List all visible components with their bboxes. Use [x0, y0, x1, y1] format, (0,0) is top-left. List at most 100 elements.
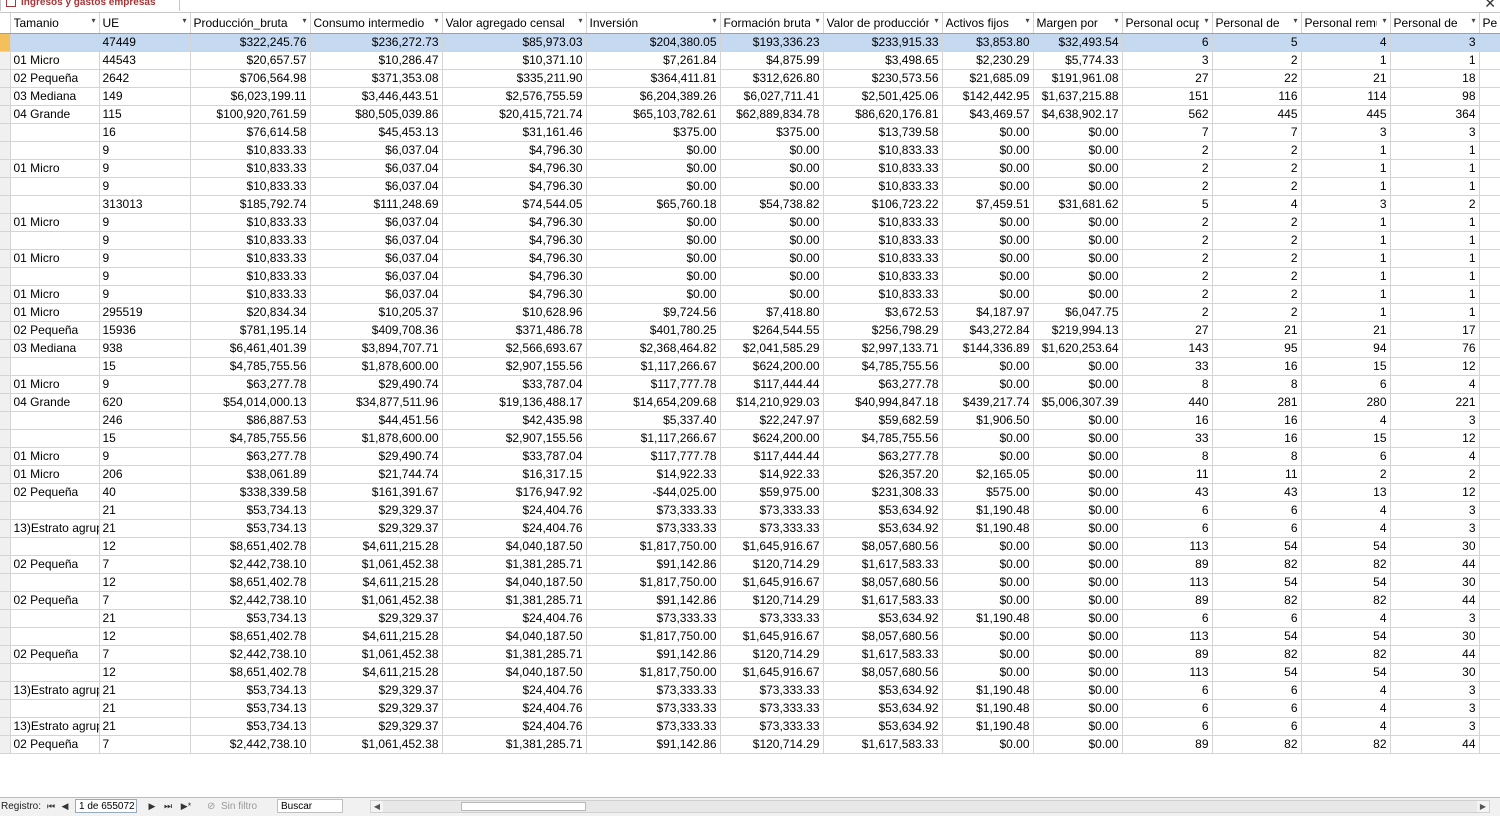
column-header-13[interactable]: Personal de ▾	[1390, 13, 1480, 34]
table-row[interactable]: 01 Micro 9 $63,277.78 $29,490.74 $33,787.04 $…	[0, 375, 1500, 394]
column-header-0[interactable]: Tamanio ▾	[10, 13, 100, 34]
table-cell[interactable]: 143	[1122, 339, 1213, 358]
table-cell[interactable]: $29,329.37	[310, 699, 443, 718]
table-cell[interactable]: $0.00	[1033, 573, 1123, 592]
table-cell[interactable]: 01 Micro	[10, 213, 100, 232]
table-cell[interactable]: 6	[1301, 447, 1391, 466]
table-cell[interactable]: 44543	[99, 51, 191, 70]
table-row[interactable]: 13)Estrato agrupado21$53,734.13$29,329.3…	[0, 717, 1500, 736]
sort-dropdown-icon[interactable]: ▾	[182, 16, 186, 25]
table-cell[interactable]: 16	[99, 123, 191, 142]
table-cell[interactable]: $1,190.48	[942, 681, 1034, 700]
table-cell[interactable]: 4	[1301, 609, 1391, 628]
table-cell[interactable]: 43	[1122, 483, 1213, 502]
next-record-button[interactable]: ▶	[146, 800, 158, 813]
row-selector[interactable]	[0, 645, 11, 664]
table-cell[interactable]: $0.00	[1033, 267, 1123, 286]
table-cell[interactable]: 2	[1122, 231, 1213, 250]
table-cell[interactable]: 13)Estrato agrupado	[10, 681, 100, 700]
table-cell[interactable]: $1,637,215.88	[1033, 87, 1123, 106]
table-cell[interactable]: $0.00	[1033, 609, 1123, 628]
sort-dropdown-icon[interactable]: ▾	[578, 16, 582, 25]
table-cell[interactable]: 01 Micro	[10, 159, 100, 178]
row-selector[interactable]	[0, 213, 11, 232]
table-cell[interactable]: $8,057,680.56	[823, 627, 943, 646]
table-cell[interactable]	[1479, 87, 1500, 106]
table-cell[interactable]: $63,277.78	[190, 447, 311, 466]
table-cell[interactable]	[1479, 645, 1500, 664]
table-cell[interactable]: 2	[1212, 267, 1302, 286]
table-cell[interactable]: $0.00	[720, 231, 824, 250]
table-cell[interactable]: $1,645,916.67	[720, 627, 824, 646]
table-row[interactable]: 246 $86,887.53 $44,451.56 $42,435.98 $5,337.…	[0, 411, 1500, 430]
column-header-3[interactable]: Consumo intermedio ▾	[310, 13, 443, 34]
row-selector[interactable]	[0, 69, 11, 88]
table-cell[interactable]: 54	[1212, 627, 1302, 646]
table-cell[interactable]: $409,708.36	[310, 321, 443, 340]
table-cell[interactable]: 54	[1212, 663, 1302, 682]
column-header-11[interactable]: Personal de ▾	[1212, 13, 1302, 34]
table-row[interactable]: 313013 $185,792.74 $111,248.69 $74,544.05 $6…	[0, 195, 1500, 214]
table-cell[interactable]: $117,777.78	[586, 447, 721, 466]
table-cell[interactable]: 1	[1301, 213, 1391, 232]
table-cell[interactable]: $73,333.33	[586, 717, 721, 736]
table-cell[interactable]: 562	[1122, 105, 1213, 124]
table-cell[interactable]: 30	[1390, 537, 1480, 556]
table-cell[interactable]: $1,061,452.38	[310, 591, 443, 610]
table-cell[interactable]: 7	[99, 591, 191, 610]
table-cell[interactable]: $364,411.81	[586, 69, 721, 88]
table-cell[interactable]	[1479, 105, 1500, 124]
table-cell[interactable]: 4	[1301, 699, 1391, 718]
table-cell[interactable]: 440	[1122, 393, 1213, 412]
table-cell[interactable]: $230,573.56	[823, 69, 943, 88]
table-row[interactable]: 9 $10,833.33 $6,037.04 $4,796.30 $0.00 $0.00 $…	[0, 267, 1500, 286]
table-row[interactable]: 01 Micro 9 $10,833.33 $6,037.04 $4,796.30 $0.…	[0, 159, 1500, 178]
first-record-button[interactable]: ⏮	[45, 800, 57, 813]
table-cell[interactable]: $4,040,187.50	[442, 537, 587, 556]
table-cell[interactable]: $371,353.08	[310, 69, 443, 88]
table-cell[interactable]: 27	[1122, 321, 1213, 340]
table-cell[interactable]: $53,634.92	[823, 681, 943, 700]
table-cell[interactable]	[1479, 735, 1500, 754]
table-cell[interactable]: $575.00	[942, 483, 1034, 502]
column-header-8[interactable]: Activos fijos ▾	[942, 13, 1034, 34]
table-cell[interactable]: 3	[1390, 411, 1480, 430]
table-cell[interactable]	[1479, 699, 1500, 718]
table-cell[interactable]: $8,651,402.78	[190, 663, 311, 682]
table-cell[interactable]: 12	[99, 573, 191, 592]
table-cell[interactable]: 89	[1122, 645, 1213, 664]
table-cell[interactable]: $91,142.86	[586, 591, 721, 610]
table-cell[interactable]: $54,014,000.13	[190, 393, 311, 412]
table-cell[interactable]: $0.00	[1033, 231, 1123, 250]
table-cell[interactable]: $4,796.30	[442, 285, 587, 304]
table-cell[interactable]: $10,833.33	[190, 141, 311, 160]
table-cell[interactable]	[1479, 303, 1500, 322]
table-cell[interactable]: $0.00	[586, 177, 721, 196]
row-selector[interactable]	[0, 33, 11, 52]
table-cell[interactable]: $42,435.98	[442, 411, 587, 430]
table-cell[interactable]: $16,317.15	[442, 465, 587, 484]
table-cell[interactable]	[1479, 501, 1500, 520]
row-selector[interactable]	[0, 375, 11, 394]
table-cell[interactable]: $6,037.04	[310, 141, 443, 160]
table-cell[interactable]: 8	[1122, 375, 1213, 394]
column-header-6[interactable]: Formación bruta ▾	[720, 13, 824, 34]
table-cell[interactable]: $204,380.05	[586, 33, 721, 52]
table-row[interactable]: 02 Pequeña 7 $2,442,738.10 $1,061,452.38 $1,…	[0, 645, 1500, 664]
table-cell[interactable]: $1,617,583.33	[823, 555, 943, 574]
record-position-field[interactable]: 1 de 655072	[75, 799, 137, 813]
table-cell[interactable]: $0.00	[1033, 735, 1123, 754]
row-selector[interactable]	[0, 357, 11, 376]
table-cell[interactable]: 15	[99, 357, 191, 376]
table-cell[interactable]: $63,277.78	[190, 375, 311, 394]
table-cell[interactable]	[1479, 321, 1500, 340]
table-cell[interactable]: $0.00	[1033, 501, 1123, 520]
table-cell[interactable]: 44	[1390, 645, 1480, 664]
table-cell[interactable]: 281	[1212, 393, 1302, 412]
table-cell[interactable]: $8,057,680.56	[823, 663, 943, 682]
table-cell[interactable]: $1,878,600.00	[310, 357, 443, 376]
row-selector[interactable]	[0, 555, 11, 574]
table-cell[interactable]	[1479, 447, 1500, 466]
table-cell[interactable]: $0.00	[942, 249, 1034, 268]
table-cell[interactable]: 54	[1212, 573, 1302, 592]
